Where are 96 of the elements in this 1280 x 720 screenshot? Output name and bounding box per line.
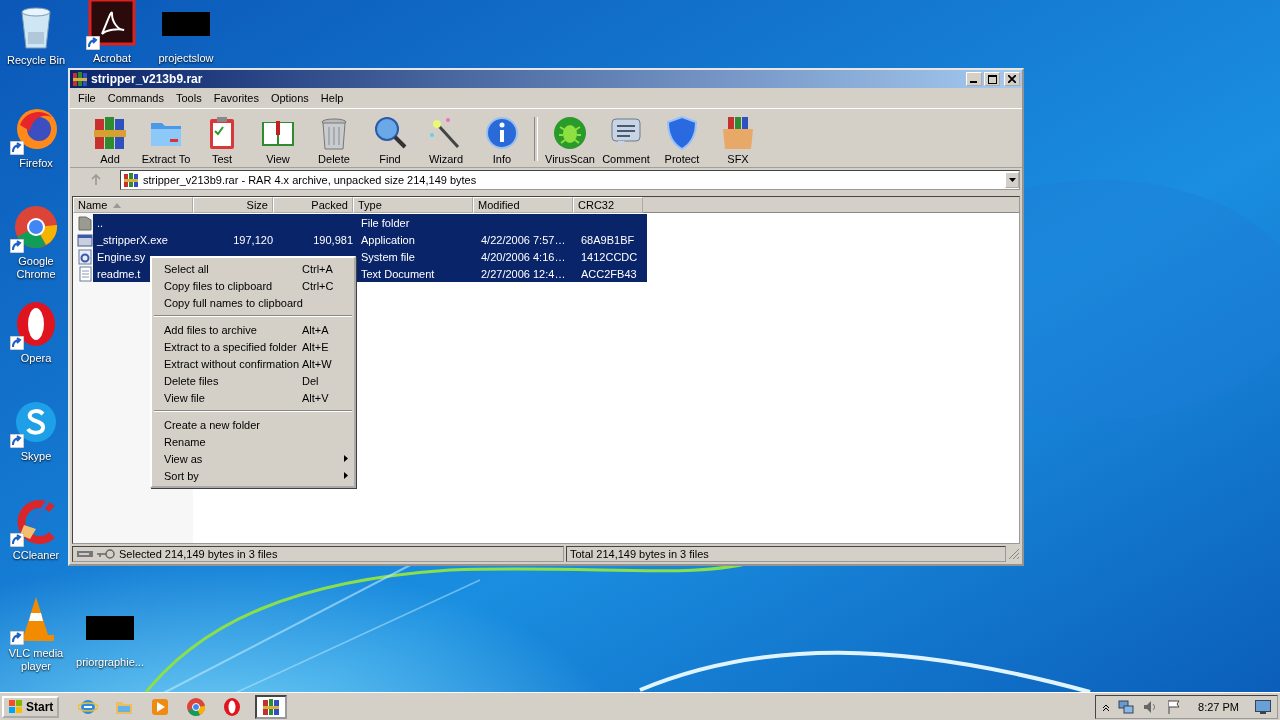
chevron-up-icon[interactable]: [1102, 702, 1111, 711]
shortcut-arrow-icon: [10, 533, 24, 547]
taskbar-button[interactable]: [255, 694, 288, 719]
menu-item[interactable]: Delete files Del: [152, 372, 354, 389]
show-desktop-icon[interactable]: [1255, 699, 1271, 714]
menu-item[interactable]: Extract without confirmation Alt+W: [152, 355, 354, 372]
status-text: Total 214,149 bytes in 3 files: [570, 548, 709, 560]
shortcut-arrow-icon: [10, 336, 24, 350]
shortcut-arrow-icon: [10, 239, 24, 253]
clock[interactable]: 8:27 PM: [1198, 700, 1239, 713]
close-button[interactable]: [1004, 72, 1020, 86]
menu-item[interactable]: Sort by: [152, 467, 354, 484]
menu-item[interactable]: Options: [264, 92, 315, 104]
desktop-icon-label[interactable]: Google Chrome: [0, 255, 72, 281]
column-header[interactable]: Packed: [273, 197, 353, 213]
toolbar-button[interactable]: Protect: [654, 115, 710, 165]
column-header[interactable]: CRC32: [573, 197, 643, 213]
column-header[interactable]: Modified: [473, 197, 573, 213]
file-row[interactable]: .. File folder: [93, 214, 647, 231]
status-text: Selected 214,149 bytes in 3 files: [119, 548, 278, 560]
menu-item[interactable]: Favorites: [207, 92, 265, 104]
desktop-icon-label[interactable]: projectslow: [150, 52, 222, 65]
color-wheel-icon: [186, 696, 207, 717]
books-icon: [261, 696, 282, 717]
key-icon: [97, 549, 115, 559]
toolbar-button[interactable]: View: [250, 115, 306, 165]
menu-item[interactable]: Rename: [152, 433, 354, 450]
shortcut-arrow-icon: [10, 631, 24, 645]
menu-item[interactable]: Tools: [170, 92, 208, 104]
bug-icon: [552, 115, 588, 151]
desktop-icon-label[interactable]: CCleaner: [0, 549, 72, 562]
menu-item[interactable]: View file Alt+V: [152, 389, 354, 406]
resize-grip-icon[interactable]: [1008, 548, 1020, 560]
dropdown-button[interactable]: [1005, 172, 1019, 188]
menu-item[interactable]: Commands: [101, 92, 170, 104]
toolbar-button[interactable]: Test: [194, 115, 250, 165]
toolbar-button[interactable]: Delete: [306, 115, 362, 165]
page-icon: [77, 265, 93, 282]
column-header[interactable]: Name: [73, 197, 193, 213]
submenu-arrow-icon: [344, 472, 348, 479]
box-icon: [720, 115, 756, 151]
sort-arrow-icon: [113, 202, 122, 208]
shield-icon: [664, 115, 700, 151]
desktop-icon-label[interactable]: Acrobat: [76, 52, 148, 65]
windows-flag-icon: [8, 698, 24, 715]
toolbar-button[interactable]: Info: [474, 115, 530, 165]
menu-item[interactable]: View as: [152, 450, 354, 467]
network-icon[interactable]: [1118, 698, 1135, 715]
app-icon[interactable]: [88, 0, 136, 48]
address-field[interactable]: stripper_v213b9.rar - RAR 4.x archive, unpacked size 214,149 bytes: [120, 170, 1020, 190]
play-icon: [150, 696, 171, 717]
books-icon: [92, 115, 128, 151]
menu-item[interactable]: File: [72, 92, 102, 104]
caret-icon: [1008, 178, 1016, 182]
ring-icon: [222, 696, 243, 717]
start-button[interactable]: Start: [2, 695, 60, 718]
toolbar-button[interactable]: SFX: [710, 115, 766, 165]
desktop-icon-label[interactable]: Opera: [0, 352, 72, 365]
books-icon: [123, 172, 139, 188]
maximize-icon: [987, 74, 997, 84]
desktop-icon-label[interactable]: Skype: [0, 450, 72, 463]
column-header[interactable]: Size: [193, 197, 273, 213]
toolbar-button[interactable]: VirusScan: [542, 115, 598, 165]
shortcut-arrow-icon: [10, 141, 24, 155]
menu-item[interactable]: Copy full names to clipboard: [152, 294, 354, 311]
file-row[interactable]: _stripperX.exe 197,120 190,981 Application 4/22/2006 7:57… 68A9B1BF: [93, 231, 647, 248]
toolbar-button[interactable]: Comment: [598, 115, 654, 165]
books-icon: [72, 71, 88, 87]
gear-icon: [77, 248, 93, 265]
note-icon: [608, 115, 644, 151]
shortcut-arrow-icon: [86, 36, 100, 50]
color-wheel-icon[interactable]: [12, 203, 60, 251]
up-arrow-icon: [90, 174, 102, 186]
program-icon: [77, 231, 93, 248]
minimize-button[interactable]: [966, 72, 982, 86]
toolbar-button[interactable]: Wizard: [418, 115, 474, 165]
menu-item[interactable]: Extract to a specified folder Alt+E: [152, 338, 354, 355]
window-title: stripper_v213b9.rar: [91, 72, 204, 86]
search-icon: [372, 115, 408, 151]
info-icon: [484, 115, 520, 151]
toolbar-button[interactable]: Find: [362, 115, 418, 165]
desktop-icon-label[interactable]: Firefox: [0, 157, 72, 170]
toolbar-button[interactable]: Extract To: [138, 115, 194, 165]
shortcut-arrow-icon: [10, 434, 24, 448]
drive-icon: [77, 550, 93, 558]
column-header[interactable]: Type: [353, 197, 473, 213]
close-icon: [1008, 75, 1016, 83]
menu-item[interactable]: Create a new folder: [152, 416, 354, 433]
maximize-button[interactable]: [984, 72, 1000, 86]
toolbar-button[interactable]: Add: [82, 115, 138, 165]
desktop-icon-label[interactable]: Recycle Bin: [0, 54, 72, 67]
menu-item[interactable]: Help: [314, 92, 350, 104]
flag-icon[interactable]: [1166, 698, 1183, 715]
menu-item[interactable]: Add files to archive Alt+A: [152, 321, 354, 338]
address-text: stripper_v213b9.rar - RAR 4.x archive, unpacked size 214,149 bytes: [143, 174, 478, 186]
submenu-arrow-icon: [344, 455, 348, 462]
